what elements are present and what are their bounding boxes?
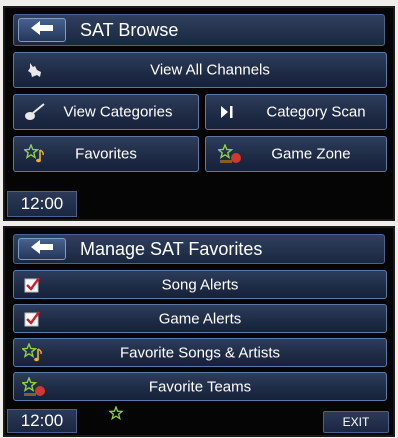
game-zone-button[interactable]: Game Zone — [205, 136, 387, 172]
game-alerts-label: Game Alerts — [158, 310, 242, 327]
favorites-button[interactable]: Favorites — [13, 136, 199, 172]
page-title: SAT Browse — [80, 20, 179, 40]
category-scan-label: Category Scan — [266, 103, 366, 121]
clock: 12:00 — [7, 191, 77, 217]
left-arrow-icon — [31, 239, 53, 259]
manage-favorites-screen: Manage SAT Favorites Song Alerts Game Al… — [3, 226, 395, 437]
exit-button[interactable]: EXIT — [323, 411, 389, 433]
category-scan-button[interactable]: Category Scan — [205, 94, 387, 130]
star-outline-icon — [108, 405, 124, 425]
page-title: Manage SAT Favorites — [80, 239, 263, 259]
favorites-header: Manage SAT Favorites — [13, 234, 385, 264]
song-alerts-label: Song Alerts — [161, 276, 239, 293]
favorites-label: Favorites — [75, 145, 137, 163]
view-categories-button[interactable]: View Categories — [13, 94, 199, 130]
favorite-teams-button[interactable]: Favorite Teams — [13, 372, 387, 401]
game-zone-label: Game Zone — [271, 145, 351, 163]
favorite-songs-artists-label: Favorite Songs & Artists — [119, 344, 281, 361]
favorite-teams-label: Favorite Teams — [148, 378, 252, 395]
song-alerts-toggle[interactable]: Song Alerts — [13, 270, 387, 299]
left-arrow-icon — [31, 20, 53, 40]
view-all-channels-label: View All Channels — [150, 61, 270, 79]
sat-browse-screen: SAT Browse View All Channels View Catego… — [3, 6, 395, 221]
favorite-songs-artists-button[interactable]: Favorite Songs & Artists — [13, 338, 387, 367]
game-alerts-toggle[interactable]: Game Alerts — [13, 304, 387, 333]
view-categories-label: View Categories — [63, 103, 173, 121]
view-all-channels-button[interactable]: View All Channels — [13, 52, 387, 88]
clock: 12:00 — [7, 409, 77, 433]
back-button[interactable] — [18, 18, 66, 42]
browse-header: SAT Browse — [13, 14, 385, 46]
back-button[interactable] — [18, 238, 66, 260]
